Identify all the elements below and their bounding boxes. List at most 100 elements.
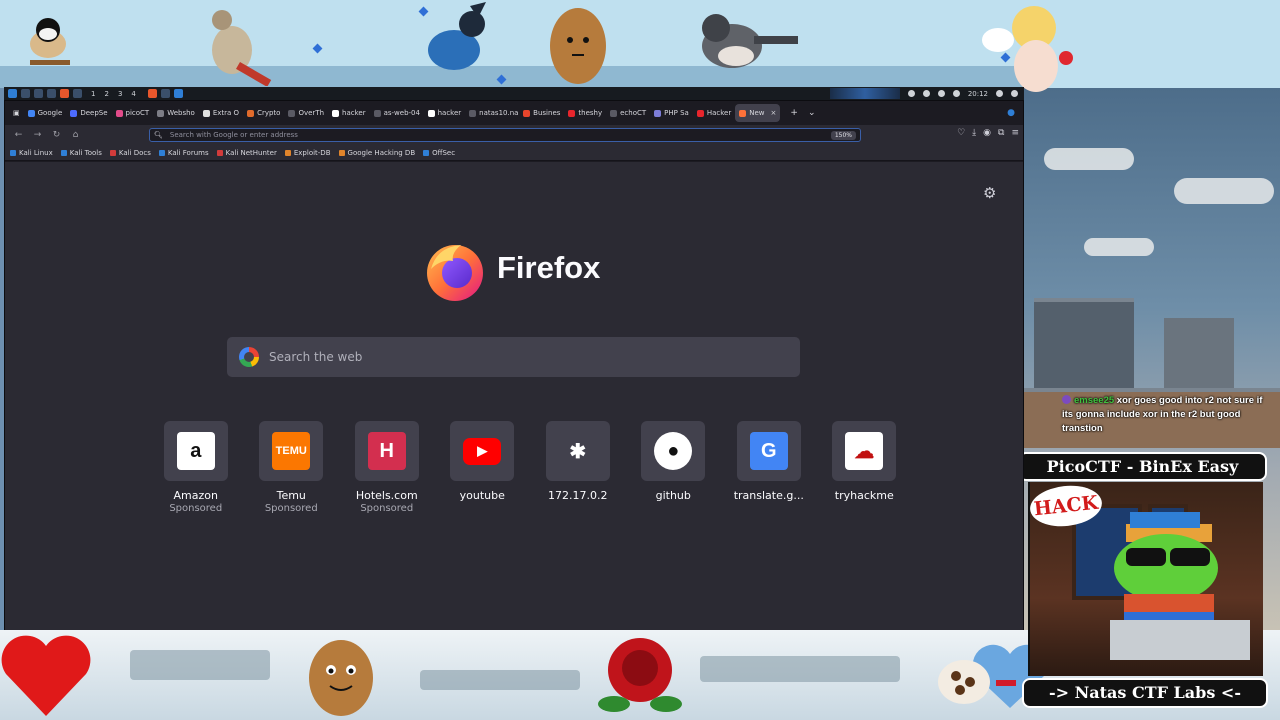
tab-favicon-icon bbox=[469, 109, 477, 117]
tab-6[interactable]: OverTh bbox=[284, 104, 328, 122]
firefox-window-icon[interactable] bbox=[147, 89, 157, 98]
forward-arrow-icon[interactable]: → bbox=[28, 130, 47, 140]
top-site-icon-box[interactable]: ☁ bbox=[832, 421, 897, 481]
tab-overflow-chevron-icon[interactable]: ⌄ bbox=[808, 108, 816, 118]
tab-label: Extra O bbox=[212, 109, 240, 117]
top-site-tile[interactable]: ▶ youtube bbox=[435, 421, 531, 514]
top-site-icon-box[interactable]: H bbox=[354, 421, 419, 481]
top-site-icon-box[interactable]: G bbox=[736, 421, 801, 481]
top-site-tile[interactable]: H Hotels.com Sponsored bbox=[339, 421, 435, 514]
tab-favicon-icon bbox=[27, 109, 35, 117]
task-window-icon[interactable] bbox=[173, 89, 183, 98]
pocket-icon[interactable]: ♡ bbox=[957, 128, 965, 138]
chat-badge-icon bbox=[1062, 395, 1071, 404]
top-site-tile[interactable]: ☁ tryhackme bbox=[817, 421, 913, 514]
tab-0[interactable]: Google bbox=[24, 104, 67, 122]
tab-15[interactable]: Hacker bbox=[693, 104, 735, 122]
tab-4[interactable]: Extra O bbox=[199, 104, 243, 122]
top-site-icon-box[interactable]: ● bbox=[641, 421, 706, 481]
lock-icon[interactable] bbox=[996, 90, 1003, 97]
top-site-icon-box[interactable]: ▶ bbox=[450, 421, 515, 481]
tab-14[interactable]: PHP Sa bbox=[650, 104, 693, 122]
bookmark-label: Kali Tools bbox=[69, 148, 102, 157]
bookmark-item[interactable]: Kali Linux bbox=[10, 149, 53, 157]
tab-16[interactable]: New × bbox=[735, 104, 781, 122]
downloads-icon[interactable]: ⤓ bbox=[972, 128, 976, 138]
top-site-tile[interactable]: ✱ 172.17.0.2 bbox=[530, 421, 626, 514]
top-site-tile[interactable]: Gtranslate.g... bbox=[721, 421, 817, 514]
new-tab-button[interactable]: + bbox=[790, 108, 798, 118]
logout-icon[interactable] bbox=[1011, 90, 1018, 97]
bookmark-item[interactable]: Google Hacking DB bbox=[338, 149, 415, 157]
window-close-icon[interactable]: ● bbox=[1007, 108, 1015, 118]
workspace-1[interactable]: 1 bbox=[91, 90, 95, 98]
tab-2[interactable]: picoCT bbox=[112, 104, 154, 122]
reload-icon[interactable]: ↻ bbox=[47, 130, 66, 140]
tab-5[interactable]: Crypto bbox=[243, 104, 284, 122]
rose-sprite bbox=[594, 628, 686, 718]
bookmark-item[interactable]: Kali Tools bbox=[60, 148, 102, 157]
stream-title-banner: PicoCTF - BinEx Easy bbox=[1018, 452, 1267, 481]
close-tab-icon[interactable]: × bbox=[771, 109, 777, 117]
top-site-icon-box[interactable]: TEMU bbox=[259, 421, 324, 481]
zoom-level-badge[interactable]: 150% bbox=[830, 131, 856, 140]
tab-3[interactable]: Websho bbox=[153, 104, 199, 122]
tab-1[interactable]: DeepSe bbox=[66, 104, 111, 122]
bookmark-item[interactable]: Kali NetHunter bbox=[216, 149, 277, 157]
tab-label: New bbox=[749, 109, 765, 117]
tab-favicon-icon bbox=[739, 109, 747, 117]
terminal-icon[interactable] bbox=[47, 89, 56, 98]
launcher-dropdown-icon[interactable] bbox=[73, 89, 82, 98]
file-manager-icon[interactable] bbox=[34, 89, 43, 98]
stream-chat-message: emsee25 xor goes good into r2 not sure i… bbox=[1062, 394, 1276, 436]
workspace-3[interactable]: 3 bbox=[118, 90, 122, 98]
tab-11[interactable]: Busines bbox=[519, 104, 564, 122]
tab-7[interactable]: hacker bbox=[328, 104, 370, 122]
tab-label: as-web-04 bbox=[383, 109, 420, 117]
power-icon[interactable] bbox=[952, 90, 960, 97]
firefox-launcher-icon[interactable] bbox=[60, 89, 69, 98]
workspace-4[interactable]: 4 bbox=[131, 90, 135, 98]
cpu-graph bbox=[829, 88, 900, 99]
account-icon[interactable]: ◉ bbox=[983, 128, 991, 138]
tab-favicon-icon bbox=[202, 109, 210, 117]
back-arrow-icon[interactable]: ← bbox=[9, 130, 28, 140]
list-all-tabs-icon[interactable]: ▣ bbox=[9, 104, 24, 122]
bookmark-item[interactable]: Kali Docs bbox=[109, 149, 151, 157]
top-site-tile[interactable]: a Amazon Sponsored bbox=[148, 421, 244, 514]
notifications-icon[interactable] bbox=[937, 90, 945, 97]
terminal-window-icon[interactable] bbox=[160, 89, 170, 98]
bookmark-label: OffSec bbox=[432, 148, 456, 157]
screen-icon[interactable] bbox=[907, 90, 915, 97]
top-site-tile[interactable]: ● github bbox=[626, 421, 722, 514]
bookmark-item[interactable]: OffSec bbox=[423, 149, 455, 157]
kali-top-panel: 1 2 3 4 20:12 bbox=[4, 87, 1024, 100]
tab-label: Google bbox=[37, 109, 63, 117]
top-site-label: github bbox=[655, 489, 691, 502]
stream-subtitle-banner: -> Natas CTF Labs <- bbox=[1022, 678, 1268, 708]
hamburger-menu-icon[interactable]: ≡ bbox=[1011, 128, 1019, 138]
extensions-icon[interactable]: ⧉ bbox=[998, 128, 1004, 138]
volume-icon[interactable] bbox=[922, 90, 930, 97]
url-bar[interactable]: 🔍︎ Search with Google or enter address 1… bbox=[149, 128, 861, 142]
sponsored-label: Sponsored bbox=[264, 503, 318, 514]
show-desktop-icon[interactable] bbox=[21, 89, 30, 98]
top-site-icon-box[interactable]: a bbox=[163, 421, 228, 481]
home-icon[interactable]: ⌂ bbox=[66, 130, 85, 140]
bookmark-item[interactable]: Kali Forums bbox=[158, 149, 209, 157]
tab-12[interactable]: theshy bbox=[564, 104, 606, 122]
tab-10[interactable]: natas10.na bbox=[465, 104, 519, 122]
tab-8[interactable]: as-web-04 bbox=[370, 104, 424, 122]
gear-icon[interactable]: ⚙ bbox=[983, 184, 996, 202]
top-site-tile[interactable]: TEMU Temu Sponsored bbox=[244, 421, 340, 514]
top-sites: a Amazon Sponsored TEMU Temu Sponsored H Hotels… bbox=[148, 421, 912, 514]
kali-menu-icon[interactable] bbox=[8, 89, 17, 98]
top-site-icon-box[interactable]: ✱ bbox=[545, 421, 610, 481]
bookmark-item[interactable]: Exploit-DB bbox=[284, 149, 331, 157]
bookmark-favicon-icon bbox=[158, 149, 165, 156]
bookmark-favicon-icon bbox=[284, 149, 291, 156]
web-search-box[interactable]: Search the web bbox=[227, 337, 800, 377]
workspace-2[interactable]: 2 bbox=[104, 90, 108, 98]
tab-9[interactable]: hacker bbox=[424, 104, 466, 122]
tab-13[interactable]: echoCT bbox=[606, 104, 650, 122]
